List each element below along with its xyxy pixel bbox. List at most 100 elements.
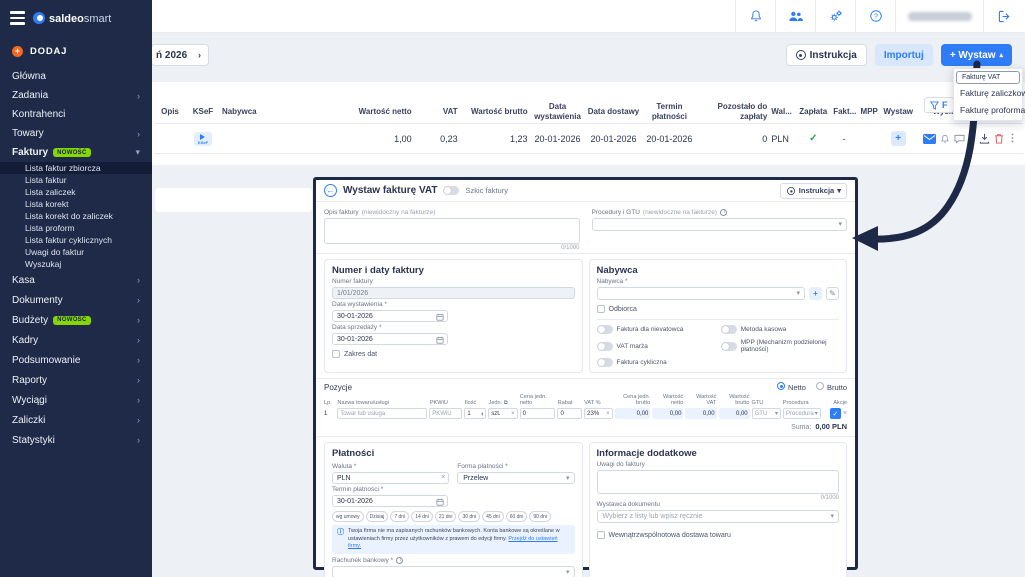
currency-input[interactable]: PLN× xyxy=(332,472,449,484)
invoice-number-input[interactable]: 1/01/2026 xyxy=(332,287,575,299)
sidebar-item-kontrahenci[interactable]: Kontrahenci xyxy=(0,105,152,124)
submenu-lista-proform[interactable]: Lista proform xyxy=(0,222,152,234)
gtu-select[interactable]: GTU▾ xyxy=(752,408,781,419)
sidebar-item-kadry[interactable]: Kadry› xyxy=(0,330,152,350)
sidebar-item-wyciagi[interactable]: Wyciągi› xyxy=(0,390,152,410)
clear-icon[interactable]: × xyxy=(441,474,445,481)
modal-instrukcja-button[interactable]: Instrukcja ▾ xyxy=(780,183,847,199)
odbiorca-checkbox[interactable] xyxy=(597,305,605,313)
clear-icon[interactable]: × xyxy=(511,411,515,417)
vat-rate-input[interactable]: 23%× xyxy=(584,408,612,419)
wystaw-button[interactable]: + Wystaw ▴ xyxy=(941,44,1012,66)
document-issuer-select[interactable]: Wybierz z listy lub wpisz ręcznie▾ xyxy=(597,510,840,523)
issue-date-input[interactable]: 30-01-2026 xyxy=(332,310,448,322)
due-pill[interactable]: 60 dni xyxy=(506,511,528,522)
ksef-status-icon[interactable]: KSeF xyxy=(194,132,212,146)
sidebar-item-towary[interactable]: Towary› xyxy=(0,124,152,143)
due-pill[interactable]: 7 dni xyxy=(390,511,409,522)
mpp-toggle[interactable] xyxy=(721,342,737,351)
clear-icon[interactable]: × xyxy=(606,411,610,417)
reminder-bell-icon[interactable] xyxy=(940,134,950,144)
sidebar-item-raporty[interactable]: Raporty› xyxy=(0,370,152,390)
stepper-down-icon[interactable]: ▾ xyxy=(481,414,483,416)
invoice-description-textarea[interactable] xyxy=(324,218,580,244)
submenu-lista-zaliczek[interactable]: Lista zaliczek xyxy=(0,186,152,198)
confirm-row-button[interactable]: ✓ xyxy=(830,408,841,419)
settings-button[interactable] xyxy=(815,0,855,32)
sidebar-item-budzety[interactable]: BudżetyNOWOŚĆ› xyxy=(0,310,152,330)
sale-date-input[interactable]: 30-01-2026 xyxy=(332,333,448,345)
add-buyer-button[interactable]: + xyxy=(809,287,822,300)
more-actions-icon[interactable]: ⋮ xyxy=(1008,133,1018,144)
due-date-input[interactable]: 30-01-2026 xyxy=(332,495,448,507)
invoice-notes-textarea[interactable] xyxy=(597,470,840,494)
sidebar-item-zaliczki[interactable]: Zaliczki› xyxy=(0,410,152,430)
importuj-button[interactable]: Importuj xyxy=(875,44,933,66)
unit-input[interactable]: szt.× xyxy=(488,408,517,419)
sidebar-item-podsumowanie[interactable]: Podsumowanie› xyxy=(0,350,152,370)
month-selector[interactable]: ń 2026 › xyxy=(151,44,209,66)
due-pill[interactable]: 90 dni xyxy=(529,511,551,522)
sidebar-item-zadania[interactable]: Zadania› xyxy=(0,86,152,105)
menu-item-faktura-vat[interactable]: Fakturę VAT xyxy=(956,71,1020,84)
pkwiu-input[interactable]: PKWiU xyxy=(429,408,462,419)
send-email-icon[interactable] xyxy=(923,134,936,144)
unit-price-net-input[interactable]: 0 xyxy=(520,408,556,419)
user-menu[interactable] xyxy=(895,0,983,32)
faktura-dla-nievatowca-toggle[interactable] xyxy=(597,325,613,334)
due-pill[interactable]: 30 dni xyxy=(458,511,480,522)
buyer-select[interactable]: ▾ xyxy=(597,287,806,300)
submenu-lista-korekt-do-zaliczek[interactable]: Lista korekt do zaliczek xyxy=(0,210,152,222)
hamburger-menu-icon[interactable] xyxy=(10,11,25,25)
submenu-lista-faktur[interactable]: Lista faktur xyxy=(0,174,152,186)
due-pill[interactable]: Dzisiaj xyxy=(366,511,389,522)
edit-buyer-button[interactable]: ✎ xyxy=(826,287,839,300)
procedura-select[interactable]: Procedura▾ xyxy=(783,408,821,419)
submenu-wyszukaj[interactable]: Wyszukaj xyxy=(0,258,152,270)
sidebar-item-glowna[interactable]: Główna xyxy=(0,67,152,86)
download-icon[interactable] xyxy=(979,133,990,144)
notifications-button[interactable] xyxy=(735,0,775,32)
users-button[interactable] xyxy=(775,0,815,32)
submenu-uwagi-do-faktur[interactable]: Uwagi do faktur xyxy=(0,246,152,258)
faktura-cykliczna-toggle[interactable] xyxy=(597,358,613,367)
submenu-lista-korekt[interactable]: Lista korekt xyxy=(0,198,152,210)
vat-marza-toggle[interactable] xyxy=(597,342,613,351)
metoda-kasowa-toggle[interactable] xyxy=(721,325,737,334)
add-payment-button[interactable]: + xyxy=(891,131,906,146)
sidebar-item-faktury[interactable]: Faktury NOWOŚĆ ▾ xyxy=(0,143,152,162)
bank-account-select[interactable]: ▾ xyxy=(332,566,575,577)
table-row[interactable]: KSeF 1,00 0,23 1,23 20-01-2026 20-01-202… xyxy=(154,124,1023,154)
due-pill[interactable]: wg umowy xyxy=(332,511,364,522)
back-button[interactable]: ← xyxy=(324,184,337,197)
menu-item-faktura-zaliczkowa[interactable]: Fakturę zaliczkową xyxy=(956,84,1020,101)
menu-item-faktura-proforma[interactable]: Fakturę proforma xyxy=(956,101,1020,118)
procedury-gtu-select[interactable]: ▾ xyxy=(592,218,848,231)
calendar-icon xyxy=(436,336,444,344)
instrukcja-button[interactable]: Instrukcja xyxy=(786,44,867,66)
draft-toggle[interactable] xyxy=(443,186,459,195)
sidebar-item-statystyki[interactable]: Statystyki› xyxy=(0,430,152,450)
date-range-checkbox[interactable] xyxy=(332,350,340,358)
submenu-lista-faktur-cyklicznych[interactable]: Lista faktur cyklicznych xyxy=(0,234,152,246)
intra-community-checkbox[interactable] xyxy=(597,531,605,539)
item-name-input[interactable]: Towar lub usługa xyxy=(337,408,427,419)
filter-button[interactable]: F xyxy=(924,97,954,113)
due-pill[interactable]: 14 dni xyxy=(411,511,433,522)
add-button[interactable]: + DODAJ xyxy=(0,35,152,67)
comment-icon[interactable] xyxy=(954,134,965,144)
quantity-stepper[interactable]: 1▴▾ xyxy=(464,408,486,419)
help-button[interactable]: ? xyxy=(855,0,895,32)
submenu-lista-faktur-zbiorcza[interactable]: Lista faktur zbiorcza xyxy=(0,162,152,174)
brutto-radio[interactable] xyxy=(816,382,824,390)
logout-button[interactable] xyxy=(983,0,1025,32)
discount-input[interactable]: 0 xyxy=(557,408,582,419)
due-pill[interactable]: 21 dni xyxy=(435,511,457,522)
due-pill[interactable]: 45 dni xyxy=(482,511,504,522)
remove-row-button[interactable]: × xyxy=(843,410,847,417)
sidebar-item-kasa[interactable]: Kasa› xyxy=(0,270,152,290)
payment-method-select[interactable]: Przelew▾ xyxy=(457,472,574,484)
delete-icon[interactable] xyxy=(994,133,1004,144)
sidebar-item-dokumenty[interactable]: Dokumenty› xyxy=(0,290,152,310)
netto-radio[interactable] xyxy=(777,382,785,390)
